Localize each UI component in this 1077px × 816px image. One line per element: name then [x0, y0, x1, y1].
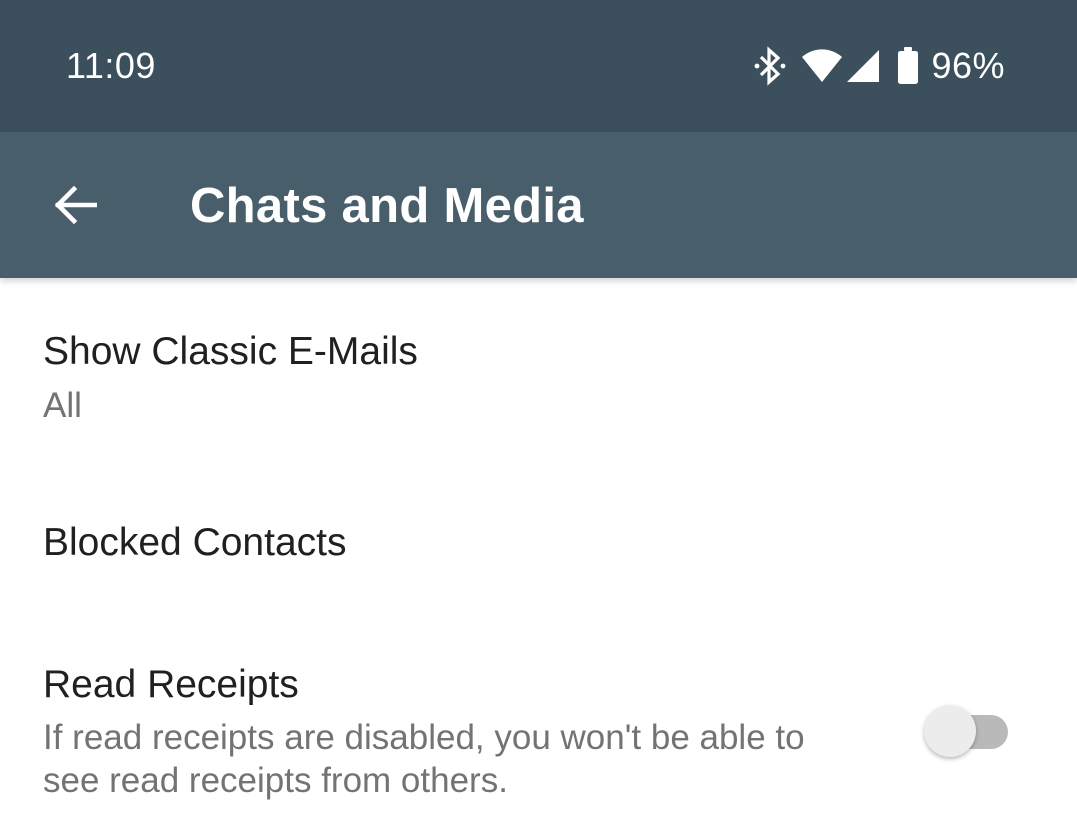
battery-icon: [897, 47, 919, 85]
status-icons: 96%: [753, 44, 1005, 88]
arrow-left-icon: [53, 185, 97, 225]
read-receipts-setting[interactable]: Read Receipts If read receipts are disab…: [0, 616, 1077, 816]
battery-percent: 96%: [931, 45, 1005, 86]
status-bar: 11:09 96%: [0, 0, 1077, 132]
setting-title: Show Classic E-Mails: [43, 330, 418, 373]
setting-summary: If read receipts are disabled, you won't…: [43, 718, 805, 800]
cell-signal-icon: [845, 48, 881, 84]
show-classic-emails-setting[interactable]: Show Classic E-Mails All: [0, 278, 1077, 468]
read-receipts-toggle[interactable]: [922, 699, 1012, 757]
toggle-thumb: [924, 705, 976, 757]
back-button[interactable]: [38, 168, 112, 242]
setting-summary: All: [43, 386, 82, 425]
bluetooth-icon: [753, 46, 787, 86]
status-time: 11:09: [66, 45, 156, 86]
blocked-contacts-setting[interactable]: Blocked Contacts: [0, 468, 1077, 616]
page-title: Chats and Media: [190, 179, 584, 233]
setting-title: Read Receipts: [43, 663, 299, 706]
app-bar: Chats and Media: [0, 132, 1077, 278]
setting-title: Blocked Contacts: [43, 521, 347, 564]
wifi-icon: [801, 48, 843, 84]
